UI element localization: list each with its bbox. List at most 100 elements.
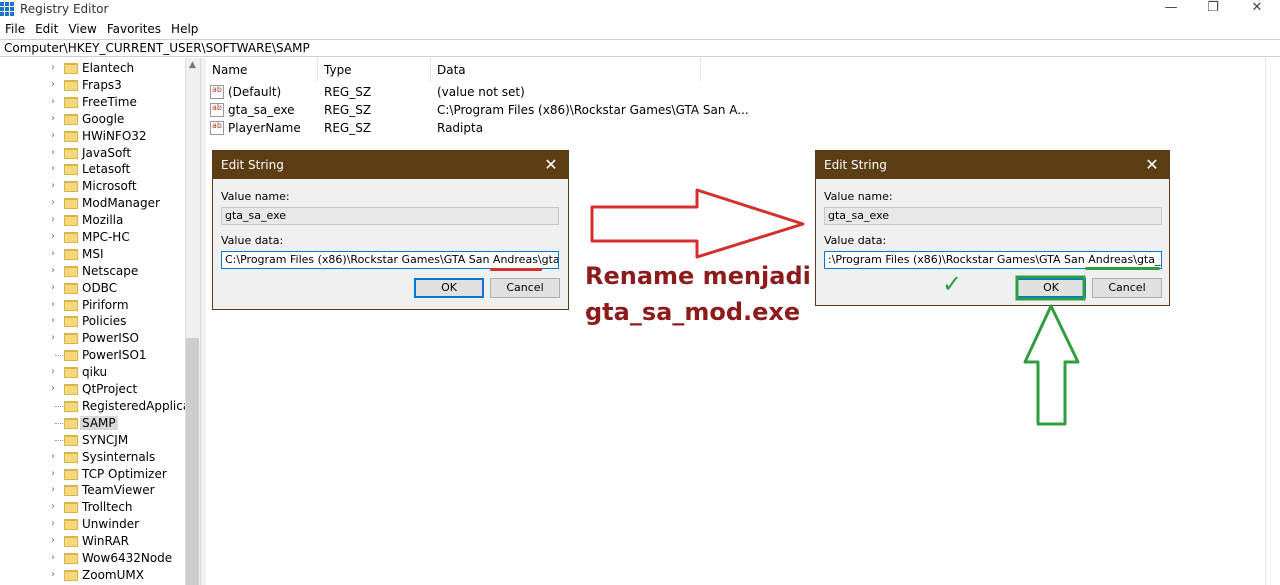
tree-item-letasoft[interactable]: › Letasoft <box>0 161 185 178</box>
ok-button[interactable]: OK <box>414 278 484 298</box>
tree-item-poweriso[interactable]: › PowerISO <box>0 330 185 347</box>
menu-help[interactable]: Help <box>166 20 203 38</box>
chevron-right-icon[interactable]: › <box>51 518 55 529</box>
tree-item-odbc[interactable]: › ODBC <box>0 280 185 297</box>
column-name[interactable]: Name <box>206 58 318 82</box>
chevron-right-icon[interactable]: › <box>51 315 55 326</box>
tree-item-label: TeamViewer <box>82 483 155 497</box>
tree-item-label: ZoomUMX <box>82 568 144 582</box>
chevron-right-icon[interactable]: › <box>51 282 55 293</box>
chevron-right-icon[interactable]: › <box>51 299 55 310</box>
chevron-right-icon[interactable]: › <box>51 113 55 124</box>
chevron-right-icon[interactable]: › <box>51 501 55 512</box>
address-bar[interactable]: Computer\HKEY_CURRENT_USER\SOFTWARE\SAMP <box>0 39 1280 57</box>
chevron-right-icon[interactable]: › <box>51 130 55 141</box>
tree-item-poweriso1[interactable]: PowerISO1 <box>0 347 185 364</box>
tree-item-mpc-hc[interactable]: › MPC-HC <box>0 229 185 246</box>
chevron-right-icon[interactable]: › <box>51 180 55 191</box>
tree-item-qiku[interactable]: › qiku <box>0 364 185 381</box>
chevron-right-icon[interactable]: › <box>51 552 55 563</box>
value-name: gta_sa_exe <box>228 103 295 117</box>
tree-item-sysinternals[interactable]: › Sysinternals <box>0 449 185 466</box>
minimize-button[interactable]: — <box>1148 0 1194 20</box>
chevron-right-icon[interactable]: › <box>51 366 55 377</box>
close-icon[interactable]: ✕ <box>534 151 568 179</box>
chevron-right-icon[interactable]: › <box>51 147 55 158</box>
value-row[interactable]: ab PlayerName REG_SZ Radipta <box>206 119 726 137</box>
folder-icon <box>64 63 78 74</box>
cancel-button[interactable]: Cancel <box>1092 278 1162 298</box>
close-icon[interactable]: ✕ <box>1135 151 1169 179</box>
chevron-right-icon[interactable]: › <box>51 332 55 343</box>
tree-item-msi[interactable]: › MSI <box>0 246 185 263</box>
chevron-right-icon[interactable]: › <box>51 535 55 546</box>
value-type: REG_SZ <box>324 103 372 117</box>
chevron-right-icon[interactable]: › <box>51 468 55 479</box>
green-underline-highlight <box>1085 267 1160 270</box>
tree-item-label: Policies <box>82 314 127 328</box>
chevron-right-icon[interactable]: › <box>51 484 55 495</box>
chevron-right-icon[interactable]: › <box>51 451 55 462</box>
chevron-right-icon[interactable]: › <box>51 265 55 276</box>
tree-item-syncjm[interactable]: SYNCJM <box>0 432 185 449</box>
tree-item-mozilla[interactable]: › Mozilla <box>0 212 185 229</box>
pane-splitter[interactable] <box>200 58 206 585</box>
chevron-right-icon[interactable]: › <box>51 96 55 107</box>
tree-item-fraps3[interactable]: › Fraps3 <box>0 77 185 94</box>
red-underline-highlight <box>490 268 542 271</box>
tree-item-zoomumx[interactable]: › ZoomUMX <box>0 567 185 584</box>
tree-item-label: Wow6432Node <box>82 551 173 565</box>
tree-item-tcp-optimizer[interactable]: › TCP Optimizer <box>0 466 185 483</box>
value-row[interactable]: ab gta_sa_exe REG_SZ C:\Program Files (x… <box>206 101 749 119</box>
string-value-icon: ab <box>210 103 224 117</box>
tree-item-google[interactable]: › Google <box>0 111 185 128</box>
value-data-input[interactable]: C:\Program Files (x86)\Rockstar Games\GT… <box>221 251 559 269</box>
value-row[interactable]: ab (Default) REG_SZ (value not set) <box>206 83 726 101</box>
tree-item-wow6432node[interactable]: › Wow6432Node <box>0 550 185 567</box>
tree-item-netscape[interactable]: › Netscape <box>0 263 185 280</box>
menu-view[interactable]: View <box>63 20 101 38</box>
maximize-button[interactable]: ❐ <box>1190 0 1236 20</box>
ok-button[interactable]: OK <box>1016 278 1086 298</box>
chevron-right-icon[interactable]: › <box>51 163 55 174</box>
column-type[interactable]: Type <box>318 58 431 82</box>
chevron-right-icon[interactable]: › <box>51 383 55 394</box>
folder-icon <box>64 452 78 463</box>
checkmark-icon: ✓ <box>942 270 963 298</box>
values-scrollbar[interactable] <box>1265 58 1280 585</box>
cancel-button[interactable]: Cancel <box>490 278 560 298</box>
tree-item-trolltech[interactable]: › Trolltech <box>0 499 185 516</box>
tree-item-unwinder[interactable]: › Unwinder <box>0 516 185 533</box>
menu-file[interactable]: File <box>0 20 30 38</box>
menu-favorites[interactable]: Favorites <box>102 20 166 38</box>
scroll-up-icon[interactable]: ▲ <box>185 60 200 74</box>
tree-item-elantech[interactable]: › Elantech <box>0 60 185 77</box>
tree-item-registeredapplicatic[interactable]: RegisteredApplicatic <box>0 398 200 415</box>
chevron-right-icon[interactable]: › <box>51 248 55 259</box>
tree-scrollbar-thumb[interactable] <box>186 338 199 585</box>
chevron-right-icon[interactable]: › <box>51 569 55 580</box>
chevron-right-icon[interactable]: › <box>51 197 55 208</box>
column-data[interactable]: Data <box>431 58 701 82</box>
chevron-right-icon[interactable]: › <box>51 62 55 73</box>
chevron-right-icon[interactable]: › <box>51 214 55 225</box>
annotation-line2: gta_sa_mod.exe <box>585 298 801 326</box>
folder-icon <box>64 283 78 294</box>
menu-edit[interactable]: Edit <box>30 20 63 38</box>
tree-item-teamviewer[interactable]: › TeamViewer <box>0 482 185 499</box>
tree-item-modmanager[interactable]: › ModManager <box>0 195 185 212</box>
tree-item-microsoft[interactable]: › Microsoft <box>0 178 185 195</box>
tree-item-hwinfo32[interactable]: › HWiNFO32 <box>0 128 185 145</box>
close-button[interactable]: ✕ <box>1234 0 1280 20</box>
tree-item-qtproject[interactable]: › QtProject <box>0 381 185 398</box>
tree-item-samp[interactable]: SAMP <box>0 415 185 432</box>
tree-item-piriform[interactable]: › Piriform <box>0 297 185 314</box>
chevron-right-icon[interactable]: › <box>51 79 55 90</box>
tree-item-policies[interactable]: › Policies <box>0 313 185 330</box>
folder-icon <box>64 198 78 209</box>
chevron-right-icon[interactable]: › <box>51 231 55 242</box>
tree-item-javasoft[interactable]: › JavaSoft <box>0 145 185 162</box>
registry-tree[interactable]: › Elantech › Fraps3 › FreeTime › Google › HWiNFO3… <box>0 58 200 585</box>
tree-item-freetime[interactable]: › FreeTime <box>0 94 185 111</box>
tree-item-winrar[interactable]: › WinRAR <box>0 533 185 550</box>
